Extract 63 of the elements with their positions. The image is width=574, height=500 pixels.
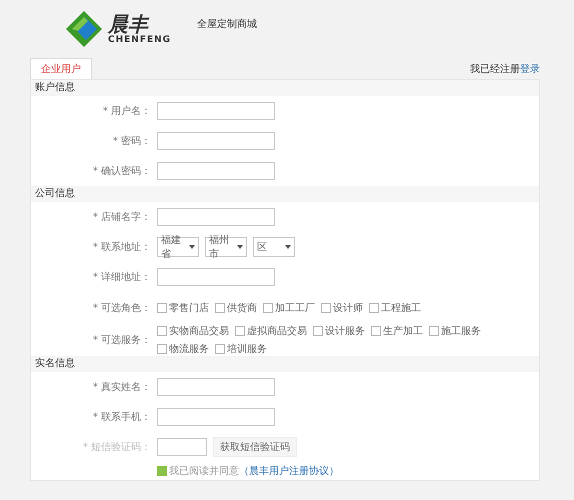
field-label: * 用户名： — [102, 104, 152, 118]
checkbox[interactable] — [429, 326, 439, 336]
caret-icon — [285, 245, 291, 249]
caret-icon — [237, 245, 243, 249]
logo-icon — [64, 9, 104, 49]
checkbox-label: 实物商品交易 — [169, 324, 229, 338]
checkbox[interactable] — [321, 303, 331, 313]
input-field[interactable] — [157, 268, 275, 286]
checkbox-label: 虚拟商品交易 — [247, 324, 307, 338]
checkbox-label: 设计师 — [333, 302, 363, 315]
input-field[interactable] — [157, 408, 275, 426]
checkbox-label: 设计服务 — [325, 324, 365, 338]
field-label: * 店铺名字： — [92, 210, 152, 224]
agreement-text: 我已阅读并同意 — [169, 464, 239, 478]
checkbox-label: 物流服务 — [169, 342, 209, 356]
input-field[interactable] — [157, 208, 275, 226]
field-label: * 可选角色： — [92, 302, 152, 315]
section-header: 公司信息 — [31, 186, 539, 202]
login-prompt: 我已经注册 — [470, 64, 520, 75]
checkbox-label: 加工工厂 — [275, 302, 315, 315]
send-code-button[interactable]: 获取短信验证码 — [213, 437, 297, 457]
field-label: * 详细地址： — [92, 270, 152, 284]
select-field[interactable]: 区 — [253, 237, 295, 257]
checkbox[interactable] — [215, 303, 225, 313]
code-field[interactable] — [157, 438, 207, 456]
checkbox-label: 零售门店 — [169, 302, 209, 315]
checkbox-label: 工程施工 — [381, 302, 421, 315]
checkbox[interactable] — [263, 303, 273, 313]
checkbox[interactable] — [371, 326, 381, 336]
field-label: * 联系手机： — [92, 410, 152, 424]
brand-name: 晨丰 — [108, 13, 150, 35]
select-field[interactable]: 福建省 — [157, 237, 199, 257]
field-label: * 密码： — [112, 134, 152, 148]
input-field[interactable] — [157, 102, 275, 120]
checkbox[interactable] — [157, 466, 167, 476]
checkbox[interactable] — [215, 344, 225, 354]
select-field[interactable]: 福州市 — [205, 237, 247, 257]
field-label: * 短信验证码： — [82, 441, 152, 454]
input-field[interactable] — [157, 162, 275, 180]
checkbox[interactable] — [157, 344, 167, 354]
field-label: * 可选服务： — [92, 334, 152, 347]
login-link[interactable]: 登录 — [520, 64, 540, 75]
section-header: 实名信息 — [31, 356, 539, 372]
tab[interactable]: 企业用户 — [30, 58, 92, 79]
checkbox[interactable] — [313, 326, 323, 336]
caret-icon — [189, 245, 195, 249]
checkbox[interactable] — [157, 303, 167, 313]
checkbox-label: 供货商 — [227, 302, 257, 315]
brand-latin: CHENFENG — [108, 35, 172, 45]
field-label: * 联系地址： — [92, 240, 152, 254]
section-header: 账户信息 — [31, 80, 539, 96]
checkbox[interactable] — [235, 326, 245, 336]
checkbox[interactable] — [369, 303, 379, 313]
agreement-link[interactable]: （晨丰用户注册协议） — [239, 464, 339, 478]
checkbox[interactable] — [157, 326, 167, 336]
tagline: 全屋定制商城 — [197, 18, 258, 31]
field-label: * 真实姓名： — [92, 380, 152, 394]
checkbox-label: 培训服务 — [227, 342, 267, 356]
checkbox-label: 施工服务 — [441, 324, 481, 338]
input-field[interactable] — [157, 378, 275, 396]
input-field[interactable] — [157, 132, 275, 150]
field-label: * 确认密码： — [92, 164, 152, 178]
checkbox-label: 生产加工 — [383, 324, 423, 338]
